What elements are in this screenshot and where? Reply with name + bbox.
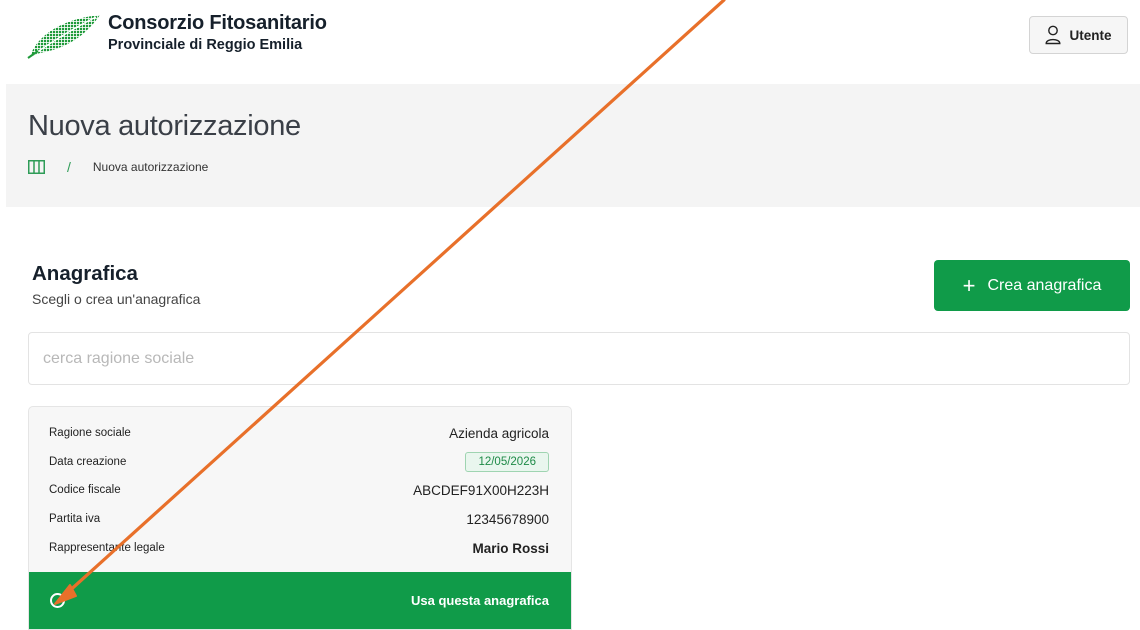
field-value: Azienda agricola [449,425,549,441]
card-row-rappresentante-legale: Rappresentante legale Mario Rossi [49,537,549,559]
create-anagrafica-button[interactable]: + Crea anagrafica [934,260,1130,311]
field-label: Codice fiscale [49,484,121,496]
use-anagrafica-bar[interactable]: Usa questa anagrafica [29,572,571,629]
user-icon [1045,25,1061,45]
date-badge: 12/05/2026 [465,452,549,472]
brand-subtitle: Provinciale di Reggio Emilia [108,37,303,53]
page-heading-band: Nuova autorizzazione / Nuova autorizzazi… [6,84,1140,207]
card-row-partita-iva: Partita iva 12345678900 [49,508,549,530]
brand-title: Consorzio Fitosanitario [108,12,327,34]
user-menu-label: Utente [1069,27,1112,43]
field-label: Ragione sociale [49,427,131,439]
section-title: Anagrafica [32,262,138,285]
field-value: Mario Rossi [472,540,549,556]
leaf-logo-icon [27,15,100,59]
app-header: Consorzio Fitosanitario Provinciale di R… [0,0,1140,84]
anagrafica-card: Ragione sociale Azienda agricola Data cr… [28,406,572,630]
field-label: Rappresentante legale [49,542,165,554]
field-value: 12345678900 [466,511,549,527]
field-label: Partita iva [49,513,101,525]
plus-icon: + [962,272,976,298]
breadcrumb-separator: / [67,159,71,175]
select-radio[interactable] [50,593,65,608]
page-title: Nuova autorizzazione [28,110,301,142]
create-anagrafica-label: Crea anagrafica [987,276,1102,294]
breadcrumb: / Nuova autorizzazione [28,158,208,176]
breadcrumb-current: Nuova autorizzazione [92,160,209,174]
section-subtitle: Scegli o crea un'anagrafica [32,291,201,307]
columns-icon[interactable] [28,160,45,174]
field-value: ABCDEF91X00H223H [413,482,549,498]
card-row-codice-fiscale: Codice fiscale ABCDEF91X00H223H [49,479,549,501]
card-row-ragione-sociale: Ragione sociale Azienda agricola [49,422,549,444]
card-row-data-creazione: Data creazione 12/05/2026 [49,451,549,473]
user-menu-button[interactable]: Utente [1029,16,1128,54]
search-input[interactable] [28,332,1130,385]
field-label: Data creazione [49,456,127,468]
use-anagrafica-label: Usa questa anagrafica [410,593,549,608]
